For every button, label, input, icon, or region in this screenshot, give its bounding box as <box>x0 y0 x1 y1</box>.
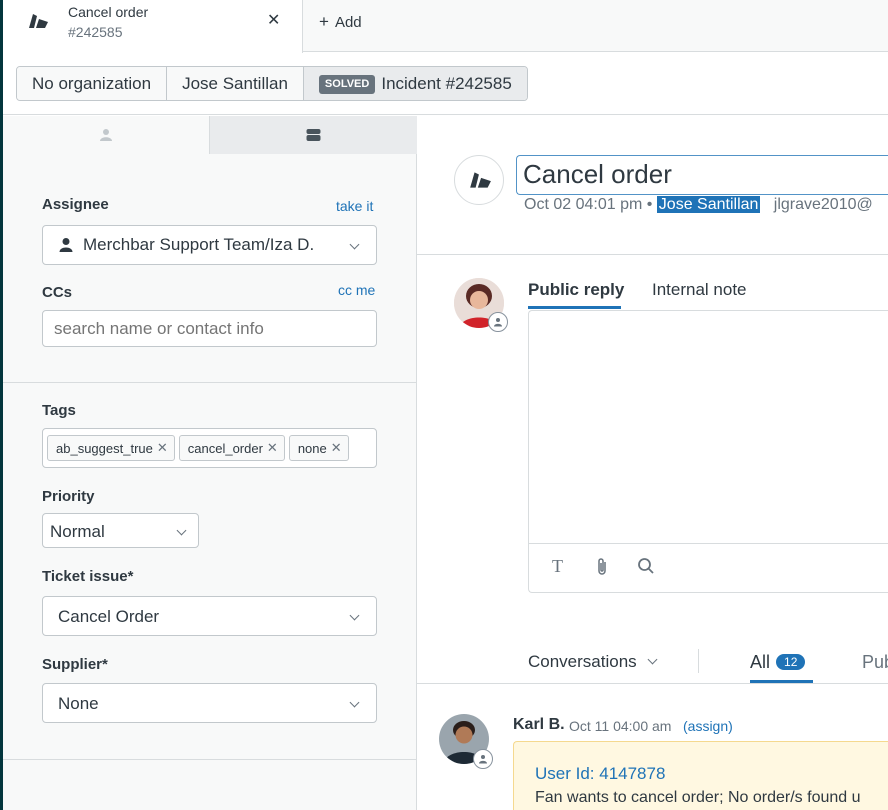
priority-select[interactable]: Normal <box>42 513 199 548</box>
ticket-tab-bar: Cancel order #242585 ✕ + Add <box>3 0 888 53</box>
assignee-select[interactable]: Merchbar Support Team/Iza D. <box>42 225 377 265</box>
tab-ticket[interactable] <box>209 116 417 154</box>
tab-ticket-number: #242585 <box>68 24 123 40</box>
remove-tag-icon[interactable]: ✕ <box>267 440 278 456</box>
close-icon[interactable]: ✕ <box>267 10 280 30</box>
panel-tabs <box>3 116 417 154</box>
priority-value: Normal <box>50 522 105 541</box>
filter-bar-divider <box>417 683 888 684</box>
tag-label: ab_suggest_true <box>56 440 153 456</box>
end-user-badge-icon <box>473 749 493 769</box>
assignee-label: Assignee <box>42 196 109 213</box>
ticket-properties-panel: Assignee take it Merchbar Support Team/I… <box>3 116 417 810</box>
chevron-down-icon <box>647 654 658 665</box>
ticket-created-date: Oct 02 04:01 pm • <box>524 196 653 213</box>
internal-note-comment: User Id: 4147878 Fan wants to cancel ord… <box>513 741 888 810</box>
attachment-icon[interactable] <box>595 557 609 577</box>
conversations-label: Conversations <box>528 652 637 671</box>
tab-user[interactable] <box>3 116 209 154</box>
user-icon <box>100 129 112 141</box>
take-it-link[interactable]: take it <box>336 198 373 214</box>
tab-public-reply[interactable]: Public reply <box>528 280 624 300</box>
tab-title: Cancel order <box>68 4 149 20</box>
zendesk-logo-icon <box>470 172 491 188</box>
breadcrumb: No organization Jose Santillan SOLVED Inc… <box>16 66 528 101</box>
priority-label: Priority <box>42 488 95 505</box>
add-tab-label: Add <box>334 14 362 31</box>
tag-label: cancel_order <box>187 440 263 456</box>
breadcrumb-bar: No organization Jose Santillan SOLVED Inc… <box>3 53 888 115</box>
chevron-down-icon <box>176 525 187 535</box>
tag-pill[interactable]: cancel_order ✕ <box>178 435 285 461</box>
ticket-main-area: Cancel order Oct 02 04:01 pm • Jose Sant… <box>417 116 888 810</box>
header-divider <box>417 254 888 255</box>
chevron-down-icon <box>349 697 360 708</box>
ticket-icon <box>306 129 321 141</box>
add-tab-button[interactable]: + Add <box>319 12 362 32</box>
ticket-requester-email: jlgrave2010@ <box>773 196 873 213</box>
text-format-icon[interactable]: T <box>552 556 563 577</box>
supplier-value: None <box>58 694 99 713</box>
ccs-label: CCs <box>42 284 73 301</box>
cc-me-link[interactable]: cc me <box>338 282 375 298</box>
tab-all-label: All <box>750 652 771 672</box>
section-divider <box>3 382 417 383</box>
tags-label: Tags <box>42 402 76 419</box>
editor-toolbar-divider <box>529 543 888 544</box>
ticket-issue-select[interactable]: Cancel Order <box>42 596 377 636</box>
comment-timestamp: Oct 11 04:00 am <box>569 718 672 734</box>
breadcrumb-ticket-label: Incident #242585 <box>381 74 512 93</box>
ticket-issue-value: Cancel Order <box>58 607 160 626</box>
conversations-dropdown[interactable]: Conversations <box>528 652 658 672</box>
brand-avatar <box>454 155 504 205</box>
section-divider <box>3 759 417 760</box>
tab-internal-note[interactable]: Internal note <box>652 280 747 300</box>
tag-pill[interactable]: ab_suggest_true ✕ <box>47 435 175 461</box>
breadcrumb-requester[interactable]: Jose Santillan <box>167 67 304 100</box>
remove-tag-icon[interactable]: ✕ <box>331 440 342 456</box>
comment-user-id-link[interactable]: User Id: 4147878 <box>535 764 665 784</box>
zendesk-logo-icon <box>29 14 48 28</box>
chevron-down-icon <box>349 610 360 621</box>
breadcrumb-ticket[interactable]: SOLVED Incident #242585 <box>303 67 527 100</box>
comment-author[interactable]: Karl B. <box>513 716 565 734</box>
supplier-label: Supplier* <box>42 656 108 673</box>
ticket-issue-label: Ticket issue* <box>42 568 134 585</box>
ticket-tab[interactable]: Cancel order #242585 ✕ <box>3 0 303 53</box>
reply-editor[interactable]: T <box>528 310 888 593</box>
remove-tag-icon[interactable]: ✕ <box>157 440 168 456</box>
assignee-value: Merchbar Support Team/Iza D. <box>83 235 315 254</box>
person-icon <box>59 238 73 252</box>
end-user-badge-icon <box>488 312 508 332</box>
tab-public[interactable]: Pub <box>862 652 888 673</box>
ticket-meta: Oct 02 04:01 pm • Jose Santillan jlgrave… <box>524 196 873 214</box>
tab-all[interactable]: All 12 <box>750 652 806 673</box>
active-tab-indicator <box>528 306 621 309</box>
supplier-select[interactable]: None <box>42 683 377 723</box>
search-icon[interactable] <box>637 557 655 575</box>
ccs-search-input[interactable] <box>42 310 377 347</box>
count-badge: 12 <box>776 654 806 670</box>
ticket-requester-link[interactable]: Jose Santillan <box>656 196 761 213</box>
ticket-subject-input[interactable]: Cancel order <box>516 155 888 195</box>
status-badge: SOLVED <box>318 75 376 94</box>
chevron-down-icon <box>349 239 360 250</box>
plus-icon: + <box>319 12 329 31</box>
tags-input[interactable]: ab_suggest_true ✕ cancel_order ✕ none ✕ <box>42 428 377 468</box>
filter-divider <box>698 649 699 673</box>
comment-text: Fan wants to cancel order; No order/s fo… <box>535 789 861 806</box>
assign-link[interactable]: (assign) <box>683 718 733 734</box>
breadcrumb-organization[interactable]: No organization <box>17 67 168 100</box>
tag-label: none <box>297 440 327 456</box>
tag-pill[interactable]: none ✕ <box>288 435 349 461</box>
